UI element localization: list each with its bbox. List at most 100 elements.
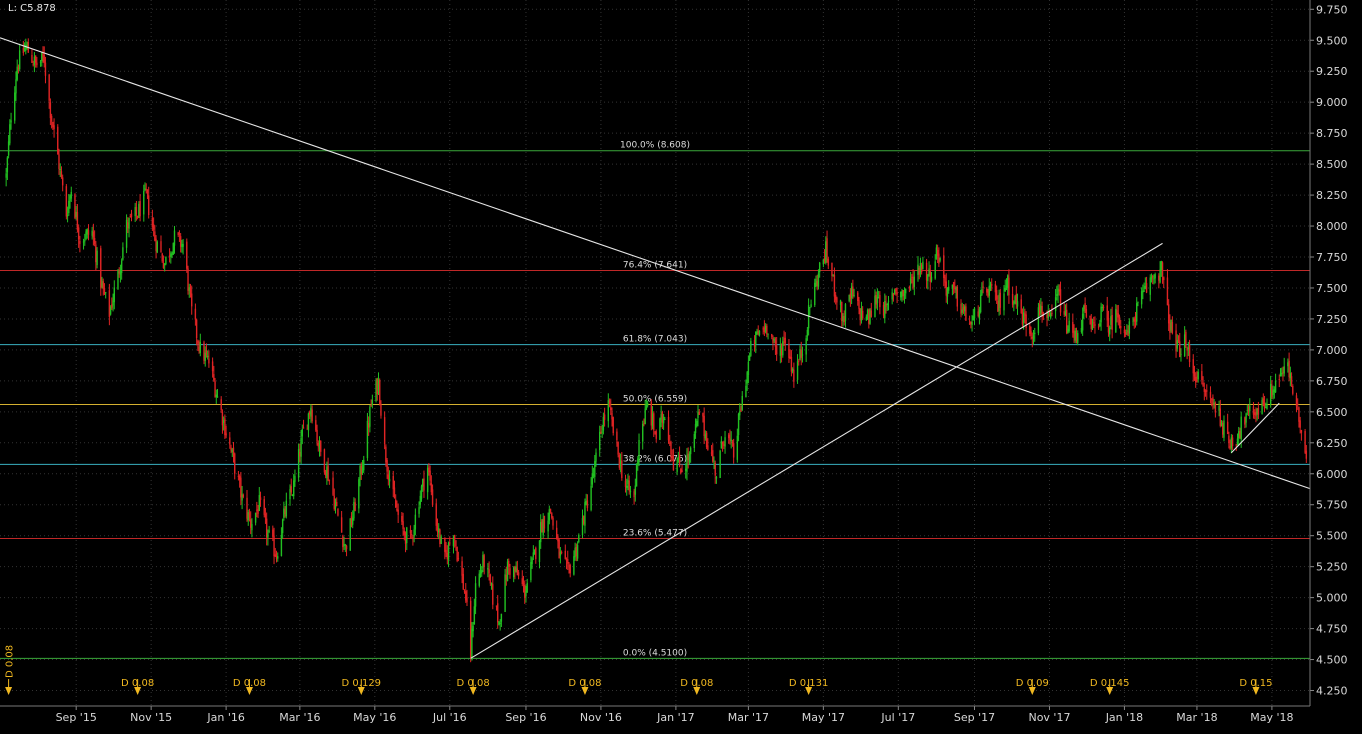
candle-body [84, 240, 86, 242]
y-tick-label: 5.250 [1316, 561, 1348, 574]
candle-body [102, 281, 104, 289]
candle-body [1136, 303, 1138, 322]
candle-body [377, 377, 380, 392]
candle-body [59, 168, 61, 170]
candle-body [1231, 437, 1234, 446]
candle-body [660, 414, 662, 420]
candle-body [86, 229, 88, 235]
candle-body [440, 536, 442, 544]
candle-body [461, 561, 463, 576]
dividend-label: D 0.129 [342, 678, 382, 689]
candle-body [273, 535, 275, 557]
candle-body [1152, 276, 1154, 278]
candle-body [853, 294, 855, 296]
candle-body [134, 207, 136, 217]
candle-body [1252, 406, 1255, 415]
x-tick-label: Mar '17 [728, 711, 769, 724]
x-tick-label: Nov '17 [1028, 711, 1070, 724]
candle-body [650, 401, 653, 426]
candle-body [755, 331, 757, 345]
candle-body [1143, 290, 1145, 292]
candle-body [213, 374, 215, 381]
candle-body [945, 281, 947, 296]
candle-body [601, 431, 603, 433]
candle-body [747, 361, 750, 376]
candle-body [10, 120, 12, 123]
candle-body [806, 329, 809, 337]
candle-body [999, 292, 1002, 308]
candle-body [361, 467, 364, 474]
candle-body [1085, 308, 1088, 317]
candle-body [474, 583, 477, 607]
candle-body [82, 241, 85, 243]
candle-body [833, 274, 836, 297]
candle-body [885, 303, 887, 307]
candle-body [499, 622, 501, 624]
candle-body [1292, 385, 1294, 394]
candle-body [602, 417, 605, 431]
candle-body [655, 431, 657, 439]
candle-body [401, 515, 403, 522]
candle-body [1020, 299, 1022, 314]
candle-body [453, 535, 456, 540]
candle-body [247, 512, 249, 521]
y-tick-label: 9.250 [1316, 65, 1348, 78]
candle-body [120, 260, 123, 273]
candle-body [730, 439, 732, 442]
candle-body [680, 468, 682, 474]
candle-body [280, 535, 283, 557]
candle-body [435, 503, 437, 526]
candle-body [995, 290, 998, 300]
candle-body [1067, 329, 1069, 333]
candle-body [154, 231, 156, 241]
candle-body [1083, 305, 1085, 312]
candle-body [195, 319, 198, 339]
candle-body [1089, 315, 1091, 318]
candle-body [763, 327, 766, 333]
candle-body [1273, 389, 1276, 393]
candle-body [161, 253, 163, 262]
candle-body [628, 480, 630, 491]
y-tick-label: 7.000 [1316, 344, 1348, 357]
candle-body [151, 217, 154, 228]
candle-body [685, 468, 687, 471]
candle-body [147, 195, 150, 216]
candle-body [612, 417, 614, 434]
candle-body [198, 346, 200, 352]
candle-body [713, 460, 715, 462]
candle-body [904, 289, 907, 294]
candle-body [246, 497, 248, 519]
candle-body [119, 270, 122, 275]
y-tick-label: 8.000 [1316, 220, 1348, 233]
candle-body [1021, 312, 1024, 325]
candle-body [694, 424, 697, 434]
candle-body [481, 570, 483, 574]
candle-body [643, 423, 645, 425]
candle-body [160, 241, 162, 253]
candle-body [332, 477, 334, 495]
candle-body [815, 278, 817, 283]
candle-body [595, 452, 597, 462]
candle-body [1219, 408, 1221, 426]
candle-body [14, 92, 16, 121]
candle-body [489, 574, 492, 584]
candle-body [971, 321, 973, 325]
candle-body [32, 64, 34, 66]
candle-body [1266, 404, 1268, 410]
candle-body [779, 345, 782, 356]
candle-body [1015, 293, 1017, 305]
dividend-label: D 0.08 [457, 678, 490, 689]
candle-body [130, 213, 133, 218]
candle-body [831, 262, 833, 276]
candle-body [41, 52, 43, 62]
candle-body [1031, 337, 1033, 339]
candle-body [848, 294, 850, 302]
candle-body [638, 439, 640, 461]
candle-body [297, 449, 300, 478]
candle-body [645, 404, 648, 410]
candle-body [882, 304, 885, 316]
candle-body [293, 480, 295, 497]
price-chart[interactable]: 100.0% (8.608) 76.4% (7.641) 61.8% (7.043)… [0, 0, 1362, 730]
chart-area[interactable]: 100.0% (8.608) 76.4% (7.641) 61.8% (7.043)… [0, 0, 1362, 730]
candle-body [294, 475, 296, 482]
